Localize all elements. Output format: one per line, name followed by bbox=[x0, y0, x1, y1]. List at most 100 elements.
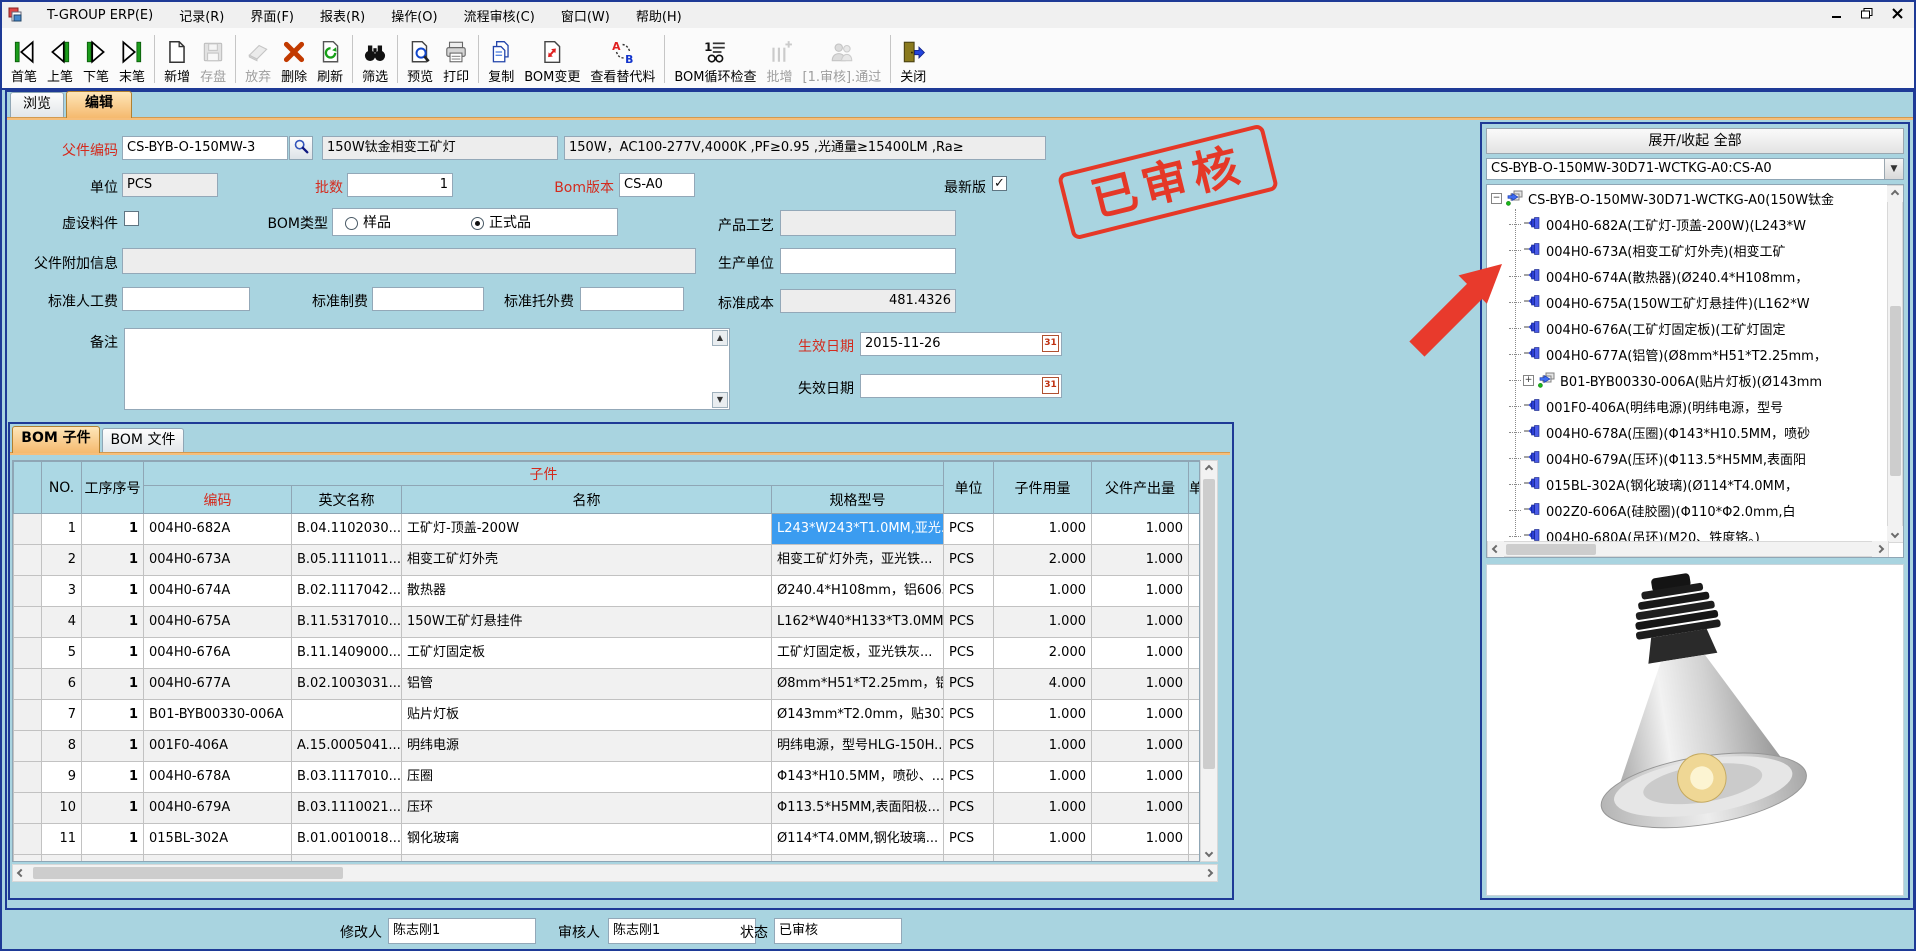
scroll-left-button[interactable] bbox=[13, 865, 29, 881]
table-cell[interactable]: B.02.1117042... bbox=[292, 576, 402, 607]
table-cell[interactable]: 015BL-302A bbox=[144, 824, 292, 855]
table-cell[interactable]: 1.000 bbox=[994, 514, 1092, 545]
toolbar-button[interactable]: 刷新 bbox=[312, 30, 348, 88]
table-cell[interactable]: Φ143*H10.5MM，喷砂、... bbox=[772, 762, 944, 793]
table-cell[interactable]: 工矿灯固定板 bbox=[402, 638, 772, 669]
toolbar-button[interactable]: 首笔 bbox=[6, 30, 42, 88]
close-icon[interactable] bbox=[1890, 8, 1904, 23]
toolbar-button[interactable]: 复制 bbox=[483, 30, 519, 88]
col-header-parent-qty[interactable]: 父件产出量 bbox=[1092, 462, 1189, 514]
table-cell[interactable]: 004H0-674A bbox=[144, 576, 292, 607]
scroll-down-button[interactable] bbox=[1201, 845, 1217, 861]
table-cell[interactable] bbox=[1189, 514, 1201, 545]
table-cell[interactable]: 002Z0-606A bbox=[144, 855, 292, 863]
toolbar-button[interactable]: AB查看替代料 bbox=[585, 30, 660, 88]
toolbar-button[interactable]: 筛选 bbox=[357, 30, 393, 88]
table-cell[interactable]: 6 bbox=[42, 669, 82, 700]
table-cell[interactable]: 001F0-406A bbox=[144, 731, 292, 762]
table-cell[interactable]: 3 bbox=[42, 576, 82, 607]
scroll-right-button[interactable] bbox=[1201, 865, 1217, 881]
table-cell[interactable]: 1.000 bbox=[1092, 731, 1189, 762]
table-hscrollbar[interactable] bbox=[12, 864, 1218, 882]
scroll-up-button[interactable] bbox=[1887, 186, 1903, 202]
bom-version-dropdown[interactable]: CS-BYB-O-150MW-30D71-WCTKG-A0:CS-A0▼ bbox=[1486, 158, 1904, 180]
table-cell[interactable]: 贴片灯板 bbox=[402, 700, 772, 731]
menu-item[interactable]: 报表(R) bbox=[307, 2, 378, 28]
toolbar-button[interactable]: 预览 bbox=[402, 30, 438, 88]
table-cell[interactable]: B.02.1003031... bbox=[292, 669, 402, 700]
row-selector[interactable] bbox=[14, 607, 42, 638]
menu-item[interactable]: 记录(R) bbox=[166, 2, 237, 28]
table-cell[interactable]: 150W工矿灯悬挂件 bbox=[402, 607, 772, 638]
table-cell[interactable]: 1.000 bbox=[1092, 545, 1189, 576]
tab-bom-children[interactable]: BOM 子件 bbox=[12, 426, 100, 453]
menu-item[interactable]: 操作(O) bbox=[378, 2, 450, 28]
table-cell[interactable]: 004H0-682A bbox=[144, 514, 292, 545]
tree-item[interactable]: 002Z0-606A(硅胶圈)(Φ110*Φ2.0mm,白 bbox=[1487, 497, 1887, 523]
std-labor-field[interactable] bbox=[122, 287, 250, 311]
table-cell[interactable]: 10 bbox=[42, 793, 82, 824]
eff-date-field[interactable]: 2015-11-26 bbox=[860, 332, 1062, 356]
table-vscrollbar[interactable] bbox=[1200, 460, 1218, 862]
tab-browse[interactable]: 浏览 bbox=[10, 92, 64, 117]
col-header-seq[interactable]: 工序序号 bbox=[82, 462, 144, 514]
col-header-extra[interactable]: 单 bbox=[1189, 462, 1201, 514]
col-header-unit[interactable]: 单位 bbox=[944, 462, 994, 514]
table-cell[interactable]: 004H0-673A bbox=[144, 545, 292, 576]
table-cell[interactable]: 硅胶圈 bbox=[402, 855, 772, 863]
restore-button[interactable] bbox=[1860, 8, 1874, 23]
table-cell[interactable]: 4 bbox=[42, 607, 82, 638]
table-cell[interactable]: PCS bbox=[944, 669, 994, 700]
tree-item[interactable]: 004H0-678A(压圈)(Φ143*H10.5MM，喷砂 bbox=[1487, 419, 1887, 445]
table-cell[interactable]: 1.000 bbox=[1092, 855, 1189, 863]
toolbar-button[interactable]: BOM变更 bbox=[519, 30, 585, 88]
table-cell[interactable]: 相变工矿灯外壳，亚光铁... bbox=[772, 545, 944, 576]
bom-type-option-sample[interactable]: 样品 bbox=[345, 212, 391, 232]
table-cell[interactable]: A.15.0005041... bbox=[292, 731, 402, 762]
table-cell[interactable]: 9 bbox=[42, 762, 82, 793]
tree-item[interactable]: 015BL-302A(钢化玻璃)(Ø114*T4.0MM， bbox=[1487, 471, 1887, 497]
table-cell[interactable]: 工矿灯-顶盖-200W bbox=[402, 514, 772, 545]
table-cell[interactable]: L162*W40*H133*T3.0MM,... bbox=[772, 607, 944, 638]
toolbar-button[interactable]: 下笔 bbox=[78, 30, 114, 88]
table-cell[interactable]: 1 bbox=[82, 576, 144, 607]
latest-checkbox[interactable]: ✓ bbox=[992, 176, 1007, 191]
table-cell[interactable]: Φ110*Φ2.0，白色硅胶... bbox=[772, 855, 944, 863]
table-cell[interactable] bbox=[1189, 669, 1201, 700]
table-cell[interactable]: 钢化玻璃 bbox=[402, 824, 772, 855]
parent-code-field[interactable]: CS-BYB-O-150MW-3 bbox=[122, 136, 288, 160]
table-cell[interactable]: PCS bbox=[944, 731, 994, 762]
table-cell[interactable]: 1 bbox=[42, 514, 82, 545]
table-cell[interactable]: 1 bbox=[82, 855, 144, 863]
table-cell[interactable]: B01-BYB00330-006A bbox=[144, 700, 292, 731]
table-cell[interactable]: 1 bbox=[82, 514, 144, 545]
tree-item[interactable]: +B01-BYB00330-006A(贴片灯板)(Ø143mm bbox=[1487, 367, 1887, 393]
chevron-down-icon[interactable]: ▼ bbox=[1884, 159, 1903, 179]
table-cell[interactable]: 1 bbox=[82, 607, 144, 638]
table-cell[interactable]: 2 bbox=[42, 545, 82, 576]
tree-item[interactable]: 004H0-679A(压环)(Φ113.5*H5MM,表面阳 bbox=[1487, 445, 1887, 471]
table-cell[interactable]: 1.000 bbox=[994, 793, 1092, 824]
table-cell[interactable]: 1.000 bbox=[994, 824, 1092, 855]
table-cell[interactable]: 004H0-677A bbox=[144, 669, 292, 700]
minimize-button[interactable] bbox=[1830, 8, 1844, 23]
table-cell[interactable]: PCS bbox=[944, 607, 994, 638]
table-cell[interactable] bbox=[1189, 762, 1201, 793]
table-cell[interactable]: 1.000 bbox=[1092, 700, 1189, 731]
toolbar-button[interactable]: 1BOM循环检查 bbox=[669, 30, 761, 88]
table-cell[interactable]: 1.000 bbox=[994, 607, 1092, 638]
table-cell[interactable]: 004H0-675A bbox=[144, 607, 292, 638]
table-cell[interactable]: 12 bbox=[42, 855, 82, 863]
table-cell[interactable]: 1 bbox=[82, 638, 144, 669]
table-cell[interactable]: 1.000 bbox=[1092, 514, 1189, 545]
expand-icon[interactable]: + bbox=[1523, 375, 1534, 386]
table-cell[interactable]: Ø114*T4.0MM,钢化玻璃... bbox=[772, 824, 944, 855]
tree-item[interactable]: 004H0-673A(相变工矿灯外壳)(相变工矿 bbox=[1487, 237, 1887, 263]
table-cell[interactable]: 1 bbox=[82, 824, 144, 855]
bom-type-option-formal[interactable]: 正式品 bbox=[471, 212, 531, 232]
tree-item[interactable]: 004H0-675A(150W工矿灯悬挂件)(L162*W bbox=[1487, 289, 1887, 315]
row-selector[interactable] bbox=[14, 545, 42, 576]
col-header-code[interactable]: 编码 bbox=[144, 486, 292, 514]
tab-edit[interactable]: 编辑 bbox=[66, 91, 132, 118]
table-cell[interactable] bbox=[292, 700, 402, 731]
